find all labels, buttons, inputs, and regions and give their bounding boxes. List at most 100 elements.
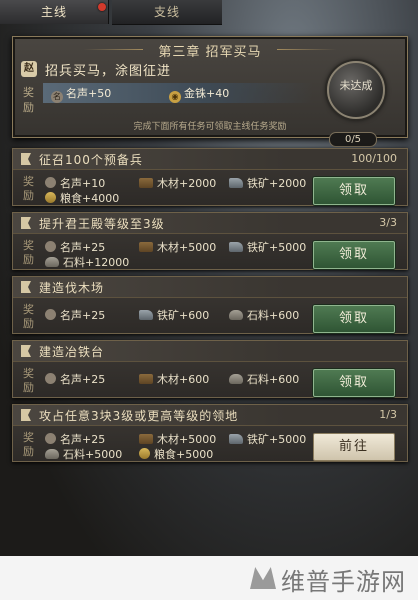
- reward-text: 粮食+4000: [60, 192, 120, 205]
- task-header: 建造冶铁台: [13, 341, 407, 362]
- task-card: 建造伐木场 奖励 名声+25 铁矿+600 石料+600 领取: [12, 276, 408, 334]
- reward-text: 铁矿+600: [157, 309, 210, 322]
- stone-icon: [229, 374, 243, 384]
- reward-text: 石料+600: [247, 373, 300, 386]
- reward-text: 木材+2000: [157, 177, 217, 190]
- claim-button[interactable]: 领取: [313, 177, 395, 205]
- wood-icon: [139, 178, 153, 188]
- quest-tabs: 主线 支线: [0, 0, 418, 26]
- go-button[interactable]: 前往: [313, 433, 395, 461]
- stone-icon: [45, 449, 59, 459]
- reward-text: 名声+25: [60, 433, 106, 446]
- chapter-reward-gold-text: 金铢+40: [184, 87, 230, 100]
- iron-icon: [229, 178, 243, 188]
- task-reward-label: 奖励: [23, 175, 34, 202]
- tab-main-quest[interactable]: 主线: [0, 0, 109, 24]
- notification-dot: [98, 3, 106, 11]
- task-title: 提升君王殿等级至3级: [39, 217, 165, 231]
- tab-side-quest[interactable]: 支线: [112, 0, 222, 25]
- chapter-progress: 0/5: [344, 134, 362, 145]
- task-card: 建造冶铁台 奖励 名声+25 木材+600 石料+600 领取: [12, 340, 408, 398]
- chapter-rewards: 名名声+50 ◉ 金铢+40: [43, 83, 313, 103]
- task-progress: 100/100: [351, 152, 397, 165]
- flag-icon: [21, 217, 31, 229]
- title-ornament-right: [277, 49, 337, 50]
- claim-button[interactable]: 领取: [313, 305, 395, 333]
- reward-text: 粮食+5000: [154, 448, 214, 461]
- task-header: 征召100个预备兵 100/100: [13, 149, 407, 170]
- task-title: 建造伐木场: [39, 281, 105, 295]
- flag-icon: [21, 409, 31, 421]
- reward-wood: 木材+5000: [139, 239, 216, 255]
- task-header: 攻占任意3块3级或更高等级的领地 1/3: [13, 405, 407, 426]
- chapter-reward-gold: ◉ 金铢+40: [169, 85, 229, 103]
- fame-icon: [45, 177, 56, 188]
- fame-icon: [45, 433, 56, 444]
- task-title: 攻占任意3块3级或更高等级的领地: [39, 409, 239, 423]
- reward-fame: 名声+25: [45, 307, 105, 323]
- claim-button[interactable]: 领取: [313, 369, 395, 397]
- food-icon: [139, 448, 150, 459]
- reward-food: 粮食+5000: [139, 446, 213, 462]
- fame-icon: 名: [51, 91, 63, 103]
- stone-icon: [45, 257, 59, 267]
- reward-text: 铁矿+5000: [247, 433, 307, 446]
- watermark-strip: 维普手游网: [0, 556, 418, 600]
- task-reward-label: 奖励: [23, 303, 34, 330]
- reward-text: 石料+12000: [63, 256, 130, 269]
- task-header: 建造伐木场: [13, 277, 407, 298]
- reward-wood: 木材+2000: [139, 175, 216, 191]
- reward-text: 木材+600: [157, 373, 210, 386]
- reward-food: 粮食+4000: [45, 190, 119, 206]
- reward-fame: 名声+25: [45, 431, 105, 447]
- claim-button[interactable]: 领取: [313, 241, 395, 269]
- wood-icon: [139, 434, 153, 444]
- reward-text: 石料+5000: [63, 448, 123, 461]
- chapter-status: 未达成: [339, 79, 373, 92]
- task-title: 征召100个预备兵: [39, 153, 143, 167]
- iron-icon: [229, 242, 243, 252]
- reward-iron: 铁矿+5000: [229, 239, 306, 255]
- reward-stone: 石料+12000: [45, 254, 129, 270]
- reward-wood: 木材+5000: [139, 431, 216, 447]
- fame-icon: [45, 309, 56, 320]
- wood-icon: [139, 374, 153, 384]
- chapter-mission: 招兵买马，涂图征进: [45, 64, 172, 79]
- task-reward-label: 奖励: [23, 431, 34, 458]
- reward-fame: 名声+10: [45, 175, 105, 191]
- reward-text: 名声+25: [60, 241, 106, 254]
- food-icon: [45, 192, 56, 203]
- chapter-reward-fame: 名名声+50: [51, 85, 111, 103]
- task-header: 提升君王殿等级至3级 3/3: [13, 213, 407, 234]
- task-title: 建造冶铁台: [39, 345, 105, 359]
- iron-icon: [139, 310, 153, 320]
- gold-icon: ◉: [169, 91, 181, 103]
- flag-icon: [21, 281, 31, 293]
- fame-icon: [45, 241, 56, 252]
- reward-text: 名声+10: [60, 177, 106, 190]
- chapter-title: 第三章 招军买马: [158, 45, 262, 60]
- wood-icon: [139, 242, 153, 252]
- task-card: 攻占任意3块3级或更高等级的领地 1/3 奖励 名声+25 木材+5000 铁矿…: [12, 404, 408, 462]
- reward-text: 名声+25: [60, 309, 106, 322]
- task-progress: 1/3: [379, 408, 397, 421]
- reward-fame: 名声+25: [45, 371, 105, 387]
- chapter-status-medal: 未达成: [327, 61, 385, 119]
- flag-icon: [21, 153, 31, 165]
- reward-iron: 铁矿+2000: [229, 175, 306, 191]
- task-card: 提升君王殿等级至3级 3/3 奖励 名声+25 木材+5000 铁矿+5000 …: [12, 212, 408, 270]
- reward-text: 木材+5000: [157, 241, 217, 254]
- reward-text: 木材+5000: [157, 433, 217, 446]
- reward-stone: 石料+600: [229, 371, 299, 387]
- mission-badge: 赵: [21, 61, 37, 77]
- reward-wood: 木材+600: [139, 371, 209, 387]
- reward-fame: 名声+25: [45, 239, 105, 255]
- reward-iron: 铁矿+5000: [229, 431, 306, 447]
- chapter-panel: 第三章 招军买马 赵 招兵买马，涂图征进 奖励 名名声+50 ◉ 金铢+40 未达…: [12, 36, 408, 147]
- task-card: 征召100个预备兵 100/100 奖励 名声+10 木材+2000 铁矿+20…: [12, 148, 408, 206]
- task-progress: 3/3: [379, 216, 397, 229]
- fame-icon: [45, 373, 56, 384]
- stone-icon: [229, 310, 243, 320]
- chapter-footer-note: 完成下面所有任务可领取主线任务奖励: [133, 122, 287, 132]
- chapter-progress-pill: 0/5: [329, 132, 377, 147]
